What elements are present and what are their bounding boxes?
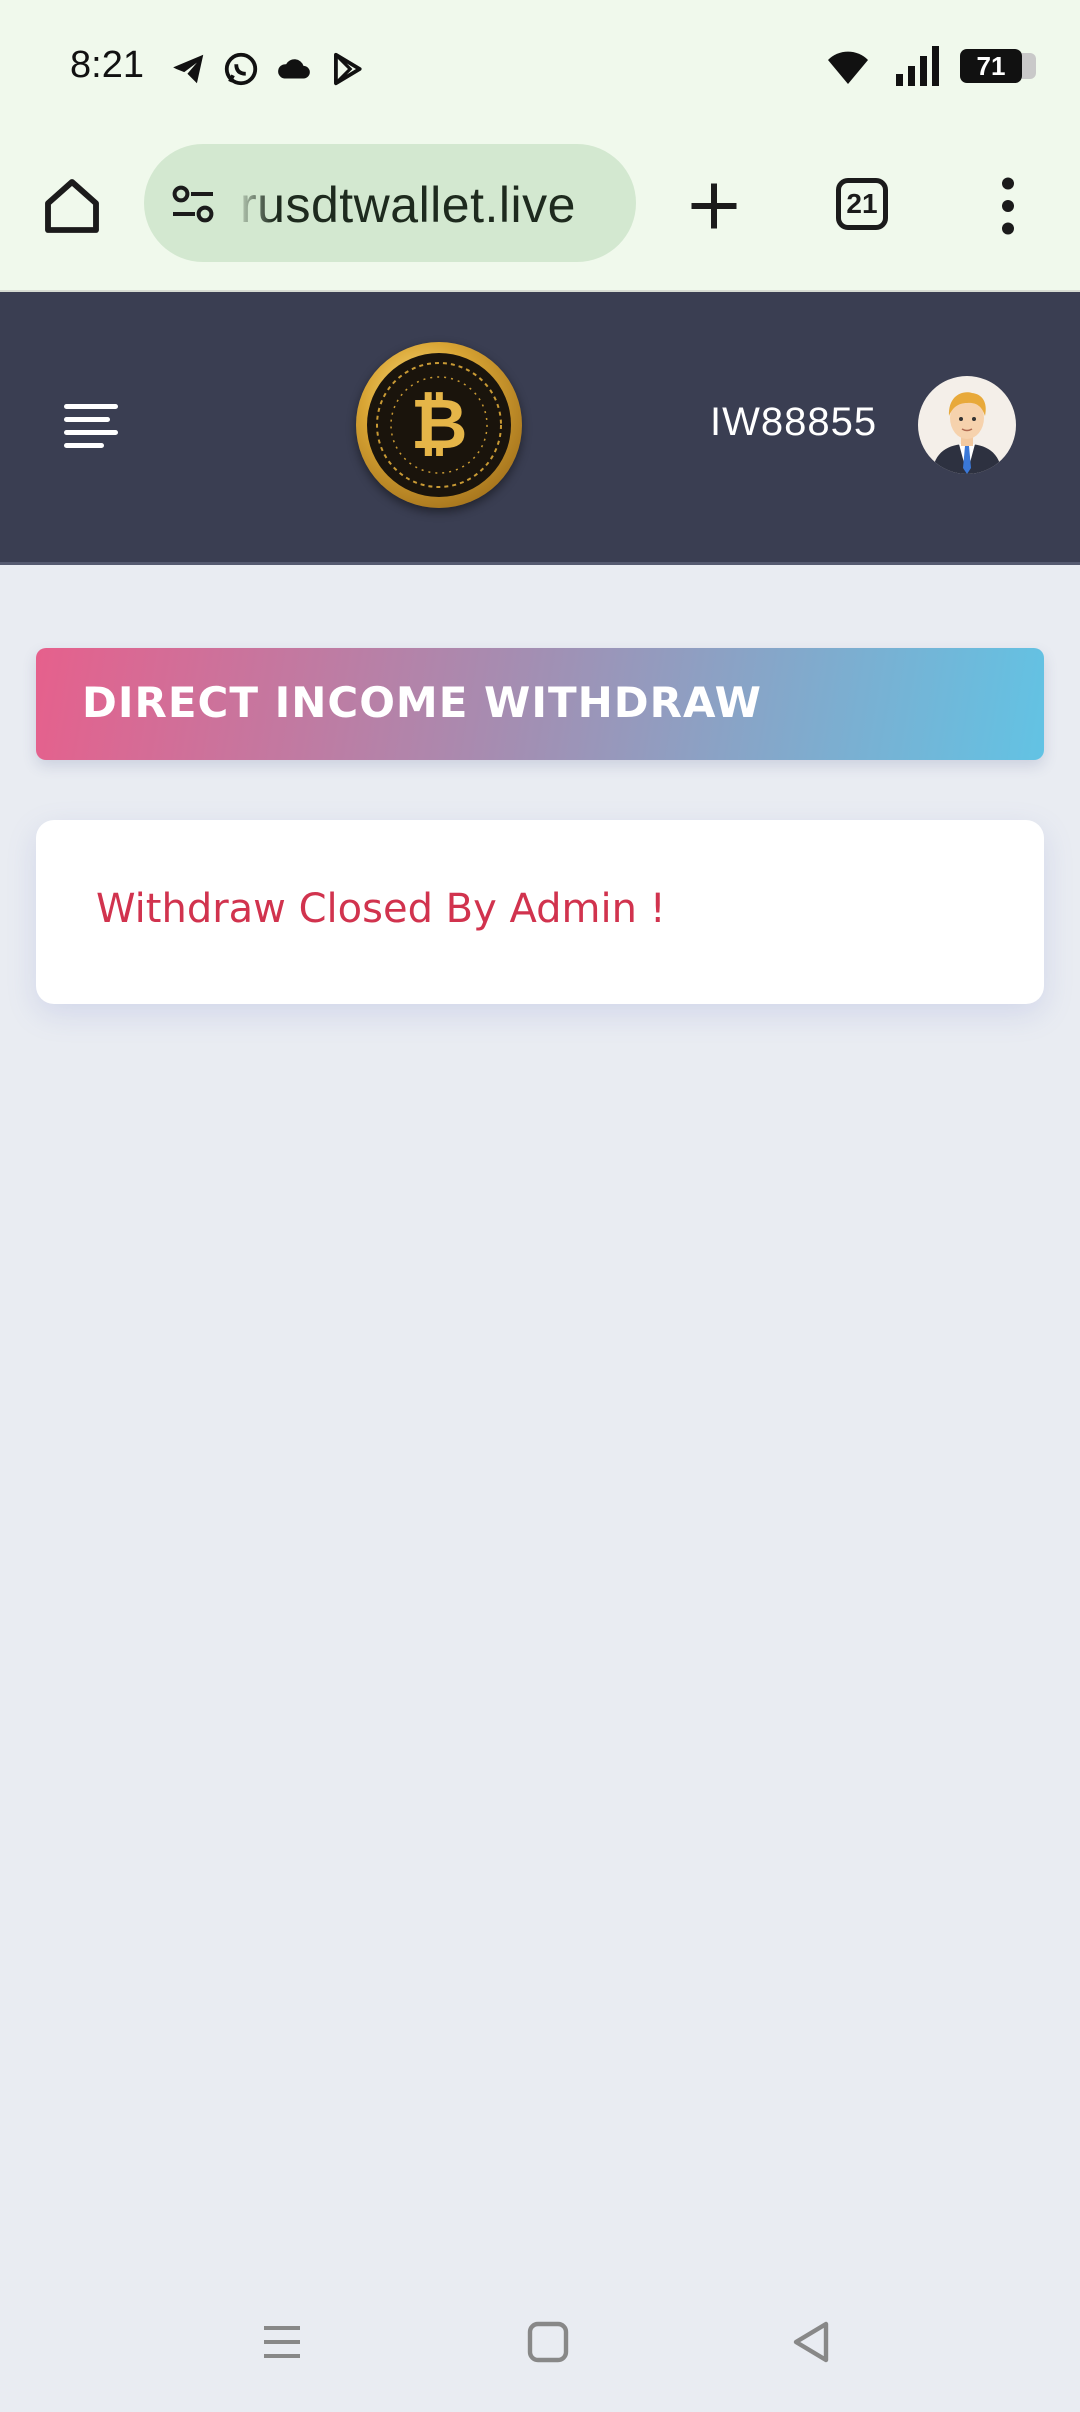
menu-icon[interactable] — [64, 404, 118, 448]
message-card: Withdraw Closed By Admin ! — [36, 820, 1044, 1004]
page-title: DIRECT INCOME WITHDRAW — [82, 678, 762, 727]
withdraw-status-message: Withdraw Closed By Admin ! — [96, 886, 666, 932]
status-time: 8:21 — [70, 44, 144, 86]
wifi-icon — [828, 51, 868, 84]
site-settings-icon[interactable] — [168, 182, 218, 226]
home-icon[interactable] — [40, 174, 104, 238]
signal-icon — [896, 46, 939, 86]
recents-icon[interactable] — [262, 2318, 302, 2366]
url-fade — [234, 144, 274, 262]
avatar[interactable] — [918, 376, 1016, 474]
play-store-icon — [334, 52, 362, 86]
app-header: ₿ IW88855 — [0, 292, 1080, 565]
svg-text:₿: ₿ — [410, 383, 467, 465]
more-vert-icon[interactable] — [996, 176, 1020, 236]
address-bar[interactable]: rusdtwallet.live — [144, 144, 636, 262]
browser-toolbar: rusdtwallet.live 21 — [0, 140, 1080, 292]
page-title-bar: DIRECT INCOME WITHDRAW — [36, 648, 1044, 760]
system-icons: 71 — [824, 46, 1036, 86]
bitcoin-logo-art: ₿ — [367, 353, 511, 497]
bitcoin-logo[interactable]: ₿ — [356, 342, 522, 508]
avatar-art — [932, 392, 1002, 474]
home-nav-icon[interactable] — [526, 2318, 570, 2366]
back-icon[interactable] — [788, 2318, 832, 2366]
whatsapp-icon — [224, 52, 258, 86]
cloud-icon — [278, 59, 310, 79]
battery-icon: 71 — [960, 49, 1036, 83]
tabs-icon[interactable]: 21 — [836, 178, 888, 230]
telegram-icon — [173, 54, 204, 84]
notification-icons — [170, 50, 366, 88]
system-nav-bar — [0, 2278, 1080, 2412]
plus-icon[interactable] — [684, 176, 744, 236]
status-bar: 8:21 71 — [0, 0, 1080, 140]
url-text[interactable]: rusdtwallet.live — [240, 176, 576, 234]
user-id: IW88855 — [710, 400, 878, 444]
